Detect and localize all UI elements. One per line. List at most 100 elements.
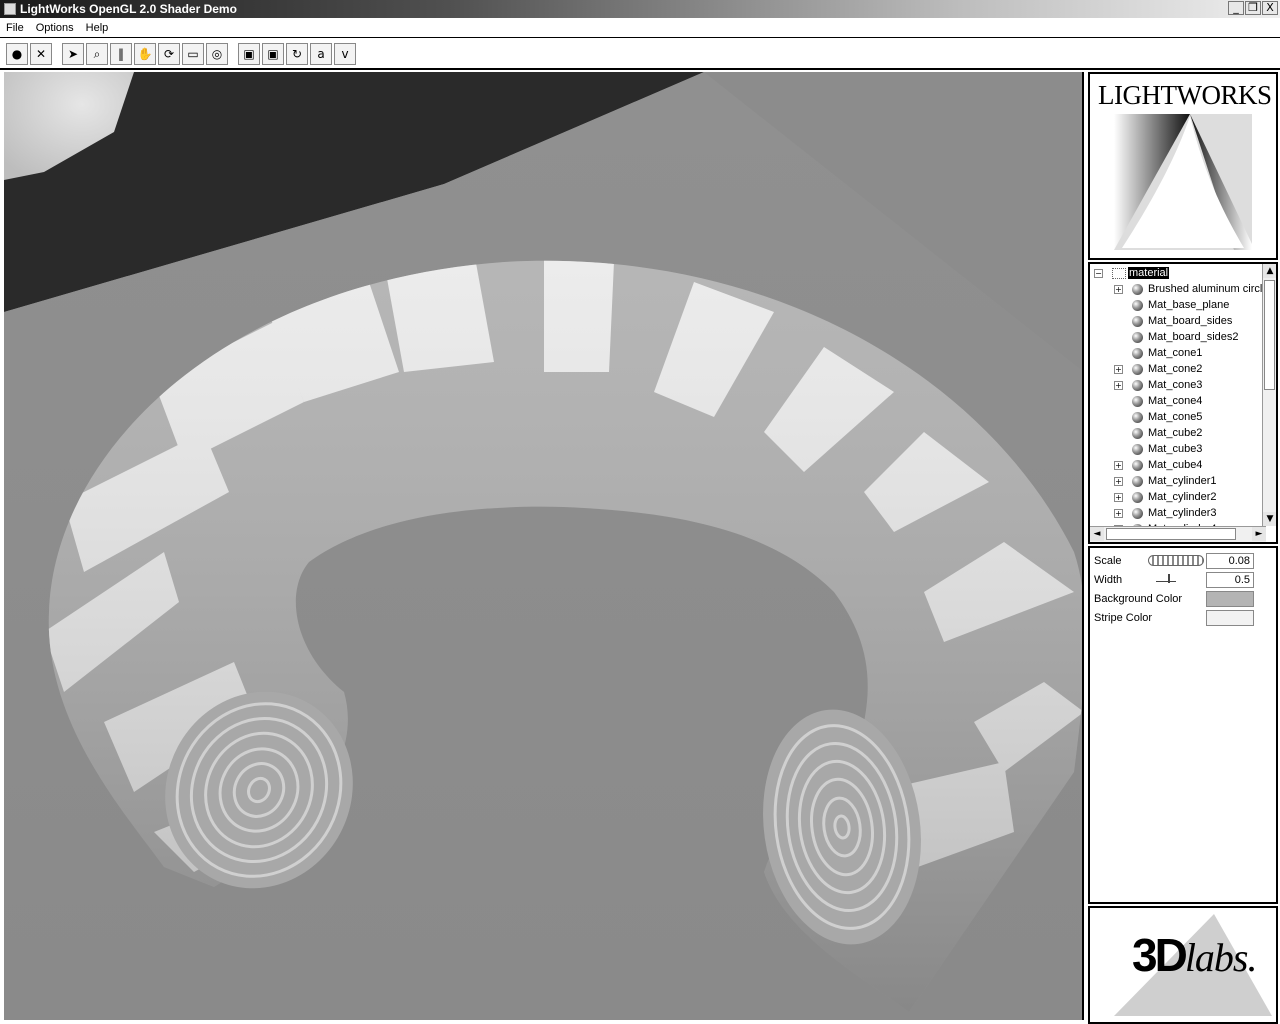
material-sphere-icon — [1132, 396, 1143, 407]
tree-item[interactable]: + Mat_cone2 — [1090, 362, 1262, 378]
scale-value-field[interactable]: 0.08 — [1206, 553, 1254, 569]
tree-item[interactable]: Mat_cone4 — [1090, 394, 1262, 410]
background-color-row: Background Color — [1090, 590, 1276, 608]
material-sphere-icon — [1132, 300, 1143, 311]
zoom-icon[interactable]: ⌕ — [86, 43, 108, 65]
window-title: LightWorks OpenGL 2.0 Shader Demo — [20, 2, 237, 16]
tree-expand-icon[interactable]: + — [1114, 381, 1123, 390]
tree-item[interactable]: Mat_cone5 — [1090, 410, 1262, 426]
rotate-icon[interactable]: ⟳ — [158, 43, 180, 65]
stripe-color-swatch[interactable] — [1206, 610, 1254, 626]
pan-hand-icon[interactable]: ✋ — [134, 43, 156, 65]
material-sphere-icon — [1132, 428, 1143, 439]
camera1-icon[interactable]: ▣ — [238, 43, 260, 65]
menu-file[interactable]: File — [0, 22, 30, 34]
scroll-down-icon[interactable]: ▼ — [1263, 512, 1276, 526]
tree-item-label: Mat_cube4 — [1148, 459, 1203, 471]
minimize-button[interactable]: _ — [1228, 1, 1244, 15]
material-sphere-icon — [1132, 412, 1143, 423]
tree-item[interactable]: Mat_board_sides2 — [1090, 330, 1262, 346]
scale-row: Scale 0.08 — [1090, 552, 1276, 570]
title-bar: LightWorks OpenGL 2.0 Shader Demo _ ❐ X — [0, 0, 1280, 18]
tree-horizontal-scrollbar[interactable]: ◄ ► — [1090, 526, 1266, 542]
tree-item-label: Mat_cone3 — [1148, 379, 1203, 391]
width-slider-handle[interactable] — [1168, 574, 1170, 583]
tree-item[interactable]: + Mat_cylinder2 — [1090, 490, 1262, 506]
tree-item[interactable]: + Mat_cylinder3 — [1090, 506, 1262, 522]
tree-expand-icon[interactable]: + — [1114, 493, 1123, 502]
tree-item[interactable]: Mat_cube2 — [1090, 426, 1262, 442]
tree-item-label: Mat_board_sides2 — [1148, 331, 1239, 343]
width-value-field[interactable]: 0.5 — [1206, 572, 1254, 588]
material-sphere-icon — [1132, 316, 1143, 327]
lightworks-logo-panel: LIGHTWORKS — [1088, 72, 1278, 260]
camera2-icon[interactable]: ▣ — [262, 43, 284, 65]
lightworks-logo-text: LIGHTWORKS — [1098, 80, 1272, 110]
pointer-icon[interactable]: ➤ — [62, 43, 84, 65]
tree-item[interactable]: Mat_base_plane — [1090, 298, 1262, 314]
render-viewport[interactable] — [4, 72, 1084, 1020]
tree-root[interactable]: − material — [1090, 266, 1262, 282]
close-window-button[interactable]: X — [1262, 1, 1278, 15]
letter-v-icon[interactable]: v — [334, 43, 356, 65]
menu-options[interactable]: Options — [30, 22, 80, 34]
tree-item[interactable]: + Brushed aluminum circle — [1090, 282, 1268, 298]
tree-item-label: Mat_base_plane — [1148, 299, 1230, 311]
select-rect-icon[interactable]: ▭ — [182, 43, 204, 65]
tree-expand-icon[interactable]: + — [1114, 365, 1123, 374]
tree-item[interactable]: Mat_cube3 — [1090, 442, 1262, 458]
refresh-icon[interactable]: ↻ — [286, 43, 308, 65]
tree-item[interactable]: Mat_board_sides — [1090, 314, 1262, 330]
tree-expand-icon[interactable]: + — [1114, 509, 1123, 518]
tree-item[interactable]: Mat_cone1 — [1090, 346, 1262, 362]
side-panel: LIGHTWORKS − material + Brushed aluminum … — [1086, 72, 1280, 1024]
background-color-label: Background Color — [1094, 593, 1183, 605]
rendered-scene — [4, 72, 1082, 1020]
scroll-right-icon[interactable]: ► — [1252, 527, 1266, 541]
tree-expand-icon[interactable]: + — [1114, 461, 1123, 470]
window-controls: _ ❐ X — [1228, 1, 1278, 15]
menu-bar: File Options Help — [0, 18, 1280, 38]
3dlabs-main: 3D — [1132, 929, 1188, 981]
tree-item-label: Mat_cylinder2 — [1148, 491, 1217, 503]
close-icon[interactable]: ✕ — [30, 43, 52, 65]
tree-root-label: material — [1128, 267, 1170, 279]
background-color-swatch[interactable] — [1206, 591, 1254, 607]
width-slider[interactable] — [1156, 576, 1176, 582]
tree-item[interactable]: + Mat_cylinder1 — [1090, 474, 1262, 490]
tree-expand-icon[interactable]: + — [1114, 477, 1123, 486]
material-sphere-icon — [1132, 332, 1143, 343]
3dlabs-logo-text: 3Dlabs. — [1132, 928, 1257, 982]
hscroll-thumb[interactable] — [1106, 528, 1236, 540]
tree-item-label: Mat_cube3 — [1148, 443, 1203, 455]
scroll-up-icon[interactable]: ▲ — [1263, 264, 1276, 278]
fit-icon[interactable]: ◎ — [206, 43, 228, 65]
material-sphere-icon — [1132, 492, 1143, 503]
letter-a-icon[interactable]: a — [310, 43, 332, 65]
3dlabs-suffix: labs. — [1184, 935, 1258, 980]
material-sphere-icon — [1132, 364, 1143, 375]
tree-item-label: Mat_cone2 — [1148, 363, 1203, 375]
tree-item[interactable]: + Mat_cone3 — [1090, 378, 1262, 394]
3dlabs-logo-panel: 3Dlabs. — [1088, 906, 1278, 1024]
scale-dial[interactable] — [1148, 555, 1204, 566]
shader-properties-panel: Scale 0.08 Width 0.5 Background Color St… — [1088, 546, 1278, 904]
tree-vertical-scrollbar[interactable]: ▲ ▼ — [1262, 264, 1276, 526]
tree-collapse-icon[interactable]: − — [1094, 269, 1103, 278]
restore-button[interactable]: ❐ — [1245, 1, 1261, 15]
tree-item-label: Brushed aluminum circle — [1148, 283, 1269, 295]
split-icon[interactable]: ‖ — [110, 43, 132, 65]
scroll-thumb[interactable] — [1264, 280, 1275, 390]
tree-item-label: Mat_cube2 — [1148, 427, 1203, 439]
tree-item-label: Mat_cone4 — [1148, 395, 1203, 407]
menu-help[interactable]: Help — [80, 22, 115, 34]
width-row: Width 0.5 — [1090, 571, 1276, 589]
material-tree: − material + Brushed aluminum circle Mat_b… — [1088, 262, 1278, 544]
sphere-icon[interactable]: ● — [6, 43, 28, 65]
tree-item-label: Mat_cone5 — [1148, 411, 1203, 423]
app-icon — [4, 3, 16, 15]
tree-item-label: Mat_cone1 — [1148, 347, 1203, 359]
tree-expand-icon[interactable]: + — [1114, 285, 1123, 294]
scroll-left-icon[interactable]: ◄ — [1090, 527, 1104, 541]
tree-item[interactable]: + Mat_cube4 — [1090, 458, 1262, 474]
